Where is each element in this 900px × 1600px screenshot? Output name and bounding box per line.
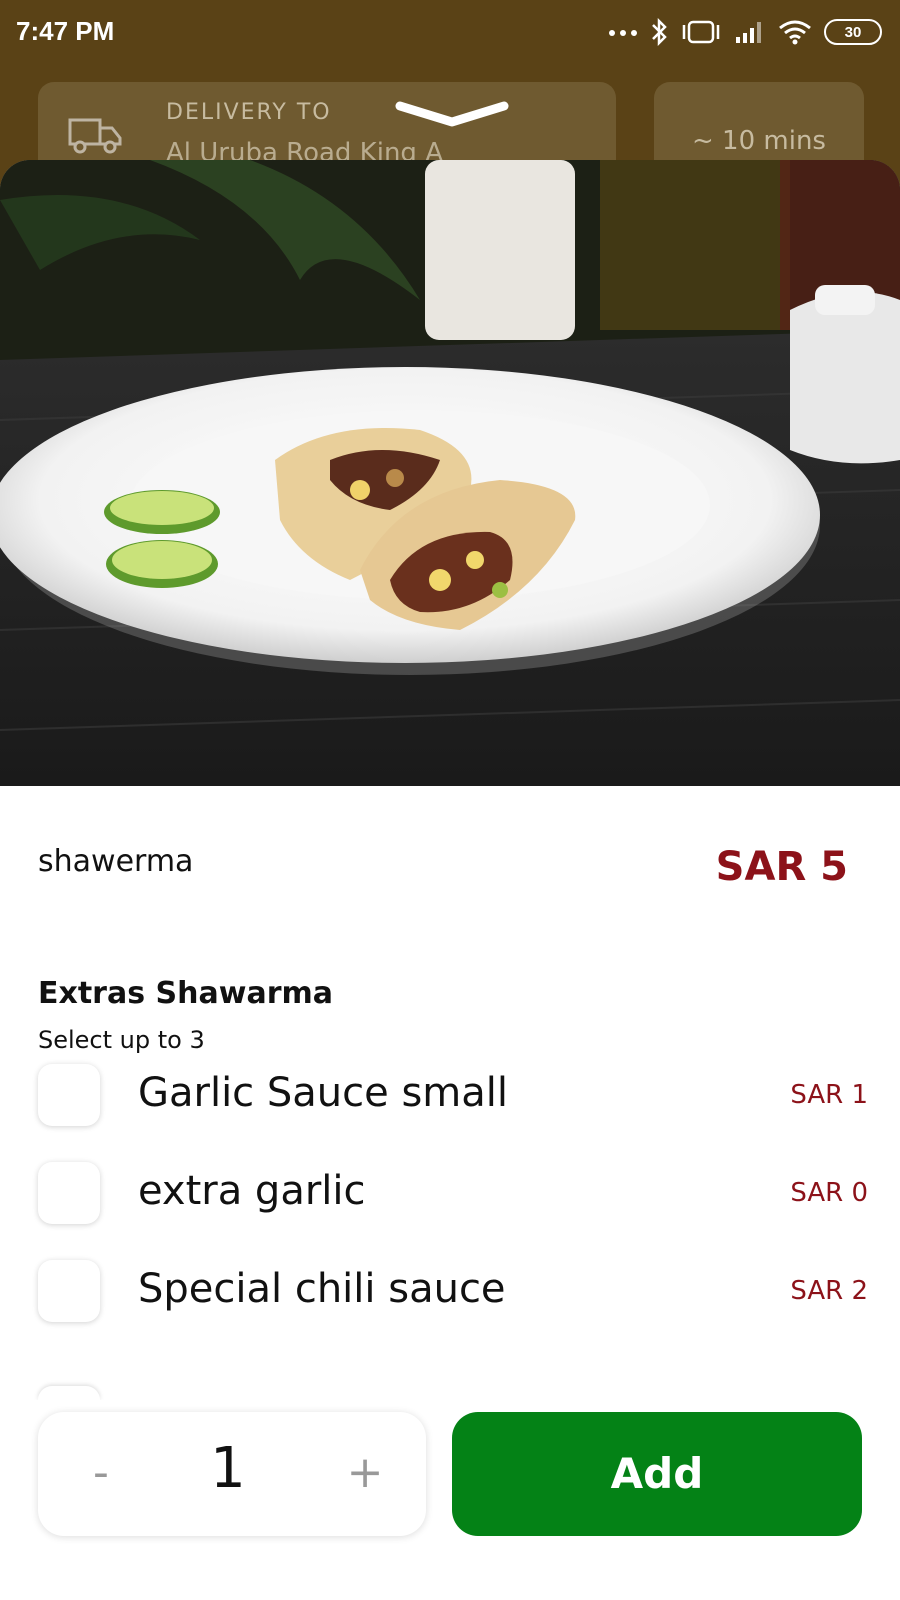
item-name: shawerma <box>38 844 194 879</box>
extras-group-title: Extras Shawarma <box>38 976 333 1011</box>
status-bar: 7:47 PM 30 <box>0 0 900 66</box>
extra-option-label: extra garlic <box>138 1168 366 1214</box>
item-detail-sheet: shawerma SAR 5 Extras Shawarma Select up… <box>0 160 900 1600</box>
extra-option-label: Garlic Sauce small <box>138 1070 508 1116</box>
chevron-down-icon[interactable] <box>394 98 510 132</box>
quantity-stepper: - 1 + <box>38 1412 426 1536</box>
increase-quantity-button[interactable]: + <box>330 1438 400 1508</box>
bluetooth-icon <box>652 18 667 46</box>
extras-group-subtitle: Select up to 3 <box>38 1026 205 1054</box>
extra-option-checkbox[interactable] <box>38 1260 100 1322</box>
extra-option-price: SAR 1 <box>790 1080 868 1110</box>
status-icons: 30 <box>608 16 882 48</box>
extra-option-checkbox[interactable] <box>38 1064 100 1126</box>
signal-icon <box>736 22 761 43</box>
battery-level: 30 <box>844 23 862 41</box>
eta-text: ~ 10 mins <box>692 126 826 156</box>
status-time: 7:47 PM <box>16 16 115 46</box>
food-image <box>0 160 900 786</box>
wifi-icon <box>779 20 811 45</box>
delivery-label: DELIVERY TO <box>166 100 332 125</box>
bottom-action-bar: - 1 + Add <box>0 1400 900 1600</box>
extra-option[interactable]: extra garlic SAR 0 <box>38 1158 868 1228</box>
item-price: SAR 5 <box>715 844 848 890</box>
extra-option-price: SAR 2 <box>790 1276 868 1306</box>
extra-option-checkbox[interactable] <box>38 1162 100 1224</box>
add-to-cart-button[interactable]: Add <box>452 1412 862 1536</box>
decrease-quantity-button[interactable]: - <box>66 1438 136 1508</box>
extra-option-label: Special chili sauce <box>138 1266 506 1312</box>
vibrate-icon <box>682 20 720 44</box>
extra-option[interactable]: Garlic Sauce small SAR 1 <box>38 1060 868 1130</box>
extra-option[interactable]: Special chili sauce SAR 2 <box>38 1256 868 1326</box>
battery-icon: 30 <box>824 19 882 45</box>
more-icon <box>609 30 637 36</box>
extra-option-price: SAR 0 <box>790 1178 868 1208</box>
truck-icon <box>68 118 122 154</box>
quantity-value: 1 <box>210 1436 246 1501</box>
extra-option-checkbox-partial[interactable] <box>38 1386 100 1400</box>
